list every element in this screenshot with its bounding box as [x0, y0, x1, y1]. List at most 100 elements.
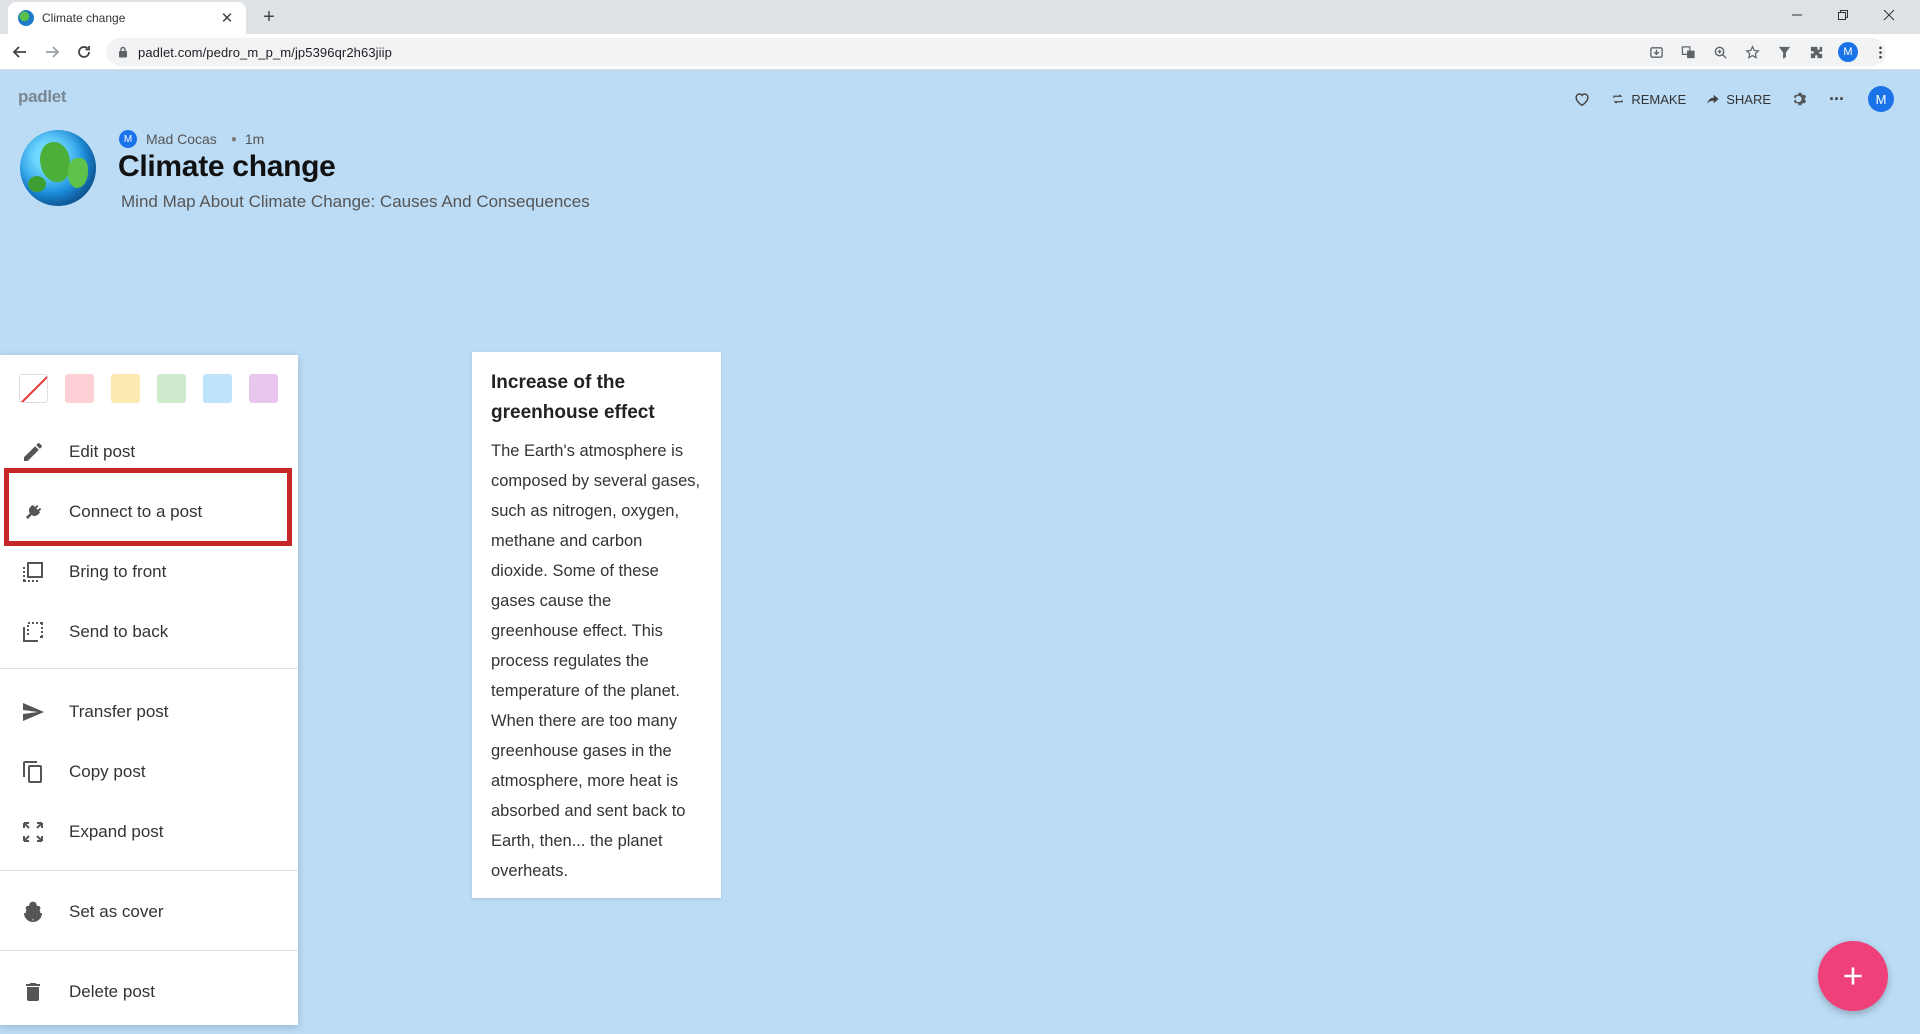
- address-bar[interactable]: padlet.com/pedro_m_p_m/jp5396qr2h63jiip: [106, 38, 1886, 66]
- board-title: Climate change: [118, 150, 336, 183]
- bookmark-star-button[interactable]: [1736, 34, 1768, 70]
- add-post-button[interactable]: [1818, 941, 1888, 1011]
- menu-expand-post[interactable]: Expand post: [0, 805, 298, 859]
- time-ago: 1m: [244, 131, 265, 147]
- url-text: padlet.com/pedro_m_p_m/jp5396qr2h63jiip: [138, 44, 392, 60]
- post-title: Increase of the greenhouse effect: [491, 372, 655, 423]
- menu-edit-post[interactable]: Edit post: [0, 425, 298, 479]
- post-card[interactable]: Increase of the greenhouse effect The Ea…: [472, 352, 721, 898]
- translate-icon: [1681, 45, 1695, 58]
- browser-menu-button[interactable]: [1864, 34, 1896, 70]
- tab-close-icon[interactable]: ✕: [218, 9, 236, 27]
- profile-avatar: M: [1838, 42, 1858, 62]
- more-options-button[interactable]: ···: [1819, 84, 1854, 114]
- close-icon: [1883, 9, 1895, 21]
- menu-item-label: Bring to front: [69, 562, 167, 581]
- swatch-green[interactable]: [157, 374, 186, 403]
- gear-icon: [1793, 92, 1807, 106]
- swatch-no-color[interactable]: [19, 374, 48, 403]
- install-app-button[interactable]: [1640, 34, 1672, 70]
- minimize-icon: [1792, 14, 1802, 16]
- menu-item-label: Edit post: [69, 442, 136, 461]
- translate-button[interactable]: [1672, 34, 1704, 70]
- remake-label: REMAKE: [1631, 91, 1687, 107]
- star-icon: [1744, 44, 1760, 59]
- plus-icon: [1844, 967, 1862, 985]
- post-body: The Earth's atmosphere is composed by se…: [491, 442, 701, 880]
- share-arrow-icon: [1707, 94, 1719, 104]
- menu-divider: [0, 950, 298, 951]
- pencil-icon: [20, 439, 46, 465]
- color-swatches: [19, 374, 278, 403]
- board-globe-icon[interactable]: [20, 130, 96, 206]
- swatch-blue[interactable]: [203, 374, 232, 403]
- remake-button[interactable]: REMAKE: [1601, 84, 1696, 114]
- menu-send-to-back[interactable]: Send to back: [0, 605, 298, 659]
- menu-item-label: Connect to a post: [69, 502, 203, 521]
- omnibox-actions: M: [1640, 34, 1896, 70]
- menu-set-as-cover[interactable]: Set as cover: [0, 885, 298, 939]
- back-button[interactable]: [8, 40, 32, 64]
- zoom-icon: [1714, 46, 1727, 59]
- plug-icon: [20, 499, 46, 525]
- puzzle-icon: [1810, 46, 1822, 58]
- menu-divider: [0, 870, 298, 871]
- menu-divider: [0, 668, 298, 669]
- share-label: SHARE: [1726, 91, 1772, 107]
- menu-item-label: Send to back: [69, 622, 169, 641]
- author-name[interactable]: Mad Cocas: [146, 131, 217, 147]
- menu-transfer-post[interactable]: Transfer post: [0, 685, 298, 739]
- post-context-menu: Edit post Connect to a post Bring to fro…: [0, 355, 298, 1025]
- heart-icon: [1575, 93, 1589, 107]
- filter-funnel-icon: [1778, 46, 1790, 59]
- extensions-menu-button[interactable]: [1800, 34, 1832, 70]
- menu-item-label: Expand post: [69, 822, 164, 841]
- browser-tab[interactable]: Climate change ✕: [8, 2, 246, 34]
- profile-button[interactable]: M: [1832, 34, 1864, 70]
- arrow-left-icon: [12, 46, 26, 58]
- board-actions: REMAKE SHARE ··· M: [1563, 84, 1894, 114]
- reload-button[interactable]: [72, 40, 96, 64]
- menu-copy-post[interactable]: Copy post: [0, 745, 298, 799]
- menu-delete-post[interactable]: Delete post: [0, 965, 298, 1019]
- menu-item-label: Copy post: [69, 762, 146, 781]
- menu-item-label: Delete post: [69, 982, 155, 1001]
- forward-button[interactable]: [40, 40, 64, 64]
- zoom-button[interactable]: [1704, 34, 1736, 70]
- browser-toolbar: padlet.com/pedro_m_p_m/jp5396qr2h63jiip …: [0, 34, 1920, 70]
- restore-icon: [1838, 10, 1848, 20]
- install-icon: [1649, 46, 1663, 58]
- arrow-right-icon: [46, 46, 60, 58]
- new-tab-button[interactable]: +: [256, 4, 282, 30]
- browser-tab-bar: Climate change ✕ +: [0, 0, 1920, 34]
- user-avatar[interactable]: M: [1868, 86, 1894, 112]
- close-window-button[interactable]: [1866, 0, 1912, 30]
- swatch-yellow[interactable]: [111, 374, 140, 403]
- bring-to-front-icon: [20, 559, 46, 585]
- settings-button[interactable]: [1781, 84, 1819, 114]
- minimize-button[interactable]: [1774, 0, 1820, 30]
- repeat-icon: [1613, 94, 1624, 104]
- author-avatar[interactable]: M: [119, 130, 137, 148]
- board-subtitle: Mind Map About Climate Change: Causes An…: [121, 192, 590, 211]
- menu-connect-to-post[interactable]: Connect to a post: [0, 485, 298, 539]
- lock-icon: [119, 46, 127, 58]
- swatch-pink[interactable]: [65, 374, 94, 403]
- menu-item-label: Set as cover: [69, 902, 164, 921]
- menu-bring-to-front[interactable]: Bring to front: [0, 545, 298, 599]
- kebab-menu-icon: [1878, 46, 1882, 58]
- share-button[interactable]: SHARE: [1696, 84, 1781, 114]
- reload-icon: [78, 46, 90, 58]
- separator-dot: ●: [230, 133, 237, 145]
- globe-favicon-icon: [18, 10, 34, 26]
- flower-icon: [20, 899, 46, 925]
- padlet-logo[interactable]: padlet: [18, 87, 67, 107]
- swatch-purple[interactable]: [249, 374, 278, 403]
- more-dots-icon: ···: [1829, 88, 1845, 109]
- menu-item-label: Transfer post: [69, 702, 169, 721]
- like-button[interactable]: [1563, 84, 1601, 114]
- extension-button[interactable]: [1768, 34, 1800, 70]
- send-icon: [20, 699, 46, 725]
- restore-button[interactable]: [1820, 0, 1866, 30]
- copy-icon: [20, 759, 46, 785]
